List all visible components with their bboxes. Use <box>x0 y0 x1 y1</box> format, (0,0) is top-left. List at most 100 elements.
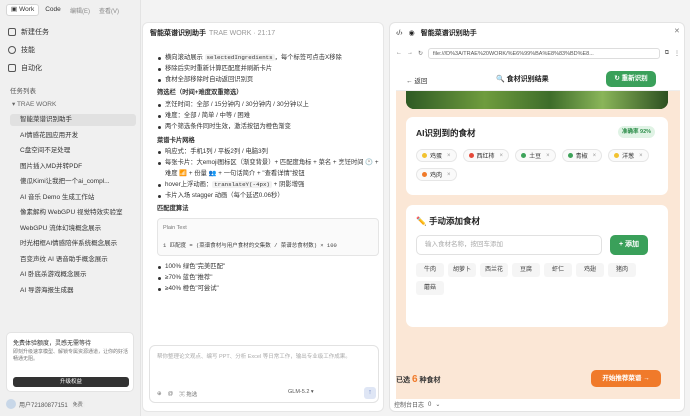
start-recommend-button[interactable]: 开始推荐菜谱 → <box>591 370 661 387</box>
console-toggle[interactable]: 控制台日志 0 ⌄ <box>394 400 441 410</box>
chat-input[interactable]: 帮你整理论文观点、编写 PPT、分析 Excel 等日常工作，输出专业级工作成果… <box>149 345 379 403</box>
task-item[interactable]: 傻瓜Kimi让我把一个ai_compl... <box>10 176 136 188</box>
task-item[interactable]: AI情感花园应用开发 <box>10 130 136 142</box>
ingredient-chip[interactable]: 洋葱 × <box>608 149 649 162</box>
back-button[interactable]: ← 返回 <box>406 75 427 85</box>
upgrade-button[interactable]: 升级权益 <box>13 377 129 387</box>
color-dot-icon <box>567 153 573 158</box>
task-item[interactable]: C盘空间不足处理 <box>10 145 136 157</box>
tab-work[interactable]: ▣ Work <box>6 4 40 16</box>
ingredient-name: 洋葱 <box>622 154 635 160</box>
task-item[interactable]: AI 导游海报生成器 <box>10 285 136 297</box>
input-toolbar: ⊕ @ ⌘ 拖选 <box>157 390 197 398</box>
chevron-down-icon: ⌄ <box>435 402 441 408</box>
task-item[interactable]: 时光相框AI情感陪伴系统概念展示 <box>10 238 136 250</box>
skills-button[interactable]: 技能 <box>8 45 35 55</box>
sidebar: ▣ Work Code 编辑(E) 查看(V) 新建任务 技能 自动化 任务列表 … <box>0 0 141 416</box>
task-item[interactable]: AI 音乐 Demo 生成工作站 <box>10 192 136 204</box>
app-viewport: ← 返回 🔍 食材识别结果 ↻ 重新识别 AI识别到的食材 准确率 92% 鸡蛋… <box>396 67 680 399</box>
new-task-icon <box>8 28 16 36</box>
close-icon[interactable]: ✕ <box>674 27 680 35</box>
menu-view[interactable]: 查看(V) <box>99 6 119 15</box>
task-item[interactable]: AI 卧底杀游戏概念展示 <box>10 269 136 281</box>
ingredient-chip[interactable]: 土豆 × <box>515 149 556 162</box>
remove-icon[interactable]: × <box>546 153 550 159</box>
list-item: 移除后实时重新计算匹配度并刷新卡片 <box>157 64 379 75</box>
more-icon[interactable]: ⋮ <box>674 50 680 57</box>
chat-message: 横向滚动展示 selectedIngredients ，每个标签可点击X移除 移除… <box>157 53 379 295</box>
skills-icon <box>8 46 16 54</box>
remove-icon[interactable]: × <box>447 153 451 159</box>
eye-icon[interactable]: ◉ <box>409 29 415 37</box>
back-icon[interactable]: ← <box>396 50 402 56</box>
automation-button[interactable]: 自动化 <box>8 63 42 73</box>
list-item: 两个筛选条件同时生效，激活按钮为橙色渐变 <box>157 122 379 133</box>
list-item: 100% 绿色"完美匹配" <box>157 262 379 273</box>
suggestion-chip[interactable]: 鸡翅 <box>576 263 604 277</box>
task-item[interactable]: 智能菜谱识别助手 <box>10 114 136 126</box>
remove-icon[interactable]: × <box>639 153 643 159</box>
suggestion-chip[interactable]: 胡萝卜 <box>448 263 476 277</box>
promo-desc: 即刻升级速享模型、解锁专属资源通道，让你的好活畅通无阻。 <box>13 349 129 362</box>
re-identify-button[interactable]: ↻ 重新识别 <box>606 71 656 87</box>
tab-code[interactable]: Code <box>41 4 65 16</box>
ingredient-name: 西红柿 <box>476 154 495 160</box>
open-external-icon[interactable]: ⧉ <box>665 50 669 57</box>
suggestion-chip[interactable]: 猪肉 <box>608 263 636 277</box>
suggestion-chip[interactable]: 牛肉 <box>416 263 444 277</box>
section-heading: 匹配度算法 <box>157 205 189 213</box>
send-button[interactable]: ↑ <box>364 387 376 399</box>
code-icon[interactable]: ‹/› <box>396 30 403 37</box>
list-item: hover上浮动画： translateY(-4px) + 阴影增强 <box>157 180 379 191</box>
model-selector[interactable]: GLM-5.2 ▾ <box>288 389 314 395</box>
promo-card: 免费体验额度，灵感无需等待 即刻升级速享模型、解锁专属资源通道，让你的好活畅通无… <box>6 332 134 392</box>
list-item: 每张卡片：大emoji图标区（渐变背景）+ 匹配度角标 + 菜名 + 烹饪时间 … <box>157 158 379 180</box>
suggestion-chip[interactable]: 豆腐 <box>512 263 540 277</box>
mention-icon[interactable]: @ <box>168 391 174 397</box>
add-button[interactable]: + 添加 <box>610 235 648 255</box>
suggestion-list: 牛肉 胡萝卜 西兰花 豆腐 虾仁 鸡翅 猪肉蘑菇 <box>416 263 656 295</box>
group-trae-work[interactable]: ▾ TRAE WORK <box>12 100 56 108</box>
list-item: 难度：全部 / 简单 / 中等 / 困难 <box>157 111 379 122</box>
url-input[interactable]: file:///D%3A/TRAE%20WORK/%E6%99%BA%E8%83… <box>428 47 660 59</box>
list-item: 响应式：手机1列 / 平板2列 / 电脑3列 <box>157 147 379 158</box>
task-item[interactable]: WebGPU 流体幻境概念展示 <box>10 223 136 235</box>
remove-icon[interactable]: × <box>447 172 451 178</box>
suggestion-chip[interactable]: 虾仁 <box>544 263 572 277</box>
ingredient-chip[interactable]: 鸡肉 × <box>416 168 457 181</box>
list-item: ≥70% 蓝色"推荐" <box>157 273 379 284</box>
app-navbar: ← 返回 🔍 食材识别结果 ↻ 重新识别 <box>396 67 680 91</box>
forward-icon[interactable]: → <box>407 50 413 56</box>
plan-badge: 免费 <box>70 400 85 408</box>
list-item: ≥40% 橙色"可尝试" <box>157 284 379 295</box>
arrow-up-icon: ↑ <box>368 389 372 396</box>
task-item[interactable]: 百变声纹 AI 语音助手概念展示 <box>10 254 136 266</box>
task-item[interactable]: 图片插入MD并转PDF <box>10 161 136 173</box>
task-list-title: 任务列表 <box>10 88 36 95</box>
attach-icon[interactable]: ⊕ <box>157 391 162 397</box>
suggestion-chip[interactable]: 蘑菇 <box>416 281 444 295</box>
chat-panel: 智能菜谱识别助手 TRAE WORK · 21:17 横向滚动展示 selecte… <box>142 22 384 412</box>
remove-icon[interactable]: × <box>500 153 504 159</box>
suggestion-chip[interactable]: 西兰花 <box>480 263 508 277</box>
accuracy-badge: 准确率 92% <box>618 126 656 138</box>
ingredient-name: 鸡肉 <box>430 173 443 179</box>
ingredient-input[interactable]: 输入食材名称，按回车添加 <box>416 235 602 255</box>
ingredient-chip[interactable]: 青椒 × <box>561 149 603 162</box>
task-item[interactable]: 像素解构 WebGPU 视觉特效实验室 <box>10 207 136 219</box>
color-dot-icon <box>614 153 620 158</box>
menu-edit[interactable]: 编辑(E) <box>70 6 90 15</box>
remove-icon[interactable]: × <box>593 153 597 159</box>
list-item: 卡片入场 stagger 动画（每个延迟0.06秒） <box>157 191 379 202</box>
ingredient-chip[interactable]: 西红柿 × <box>462 149 510 162</box>
reload-icon[interactable]: ↻ <box>418 50 423 57</box>
color-dot-icon <box>468 153 474 158</box>
promo-title: 免费体验额度，灵感无需等待 <box>13 341 92 347</box>
code-line: 1 匹配度 = (菜谱食材与用户食材的交集数 / 菜谱总食材数) × 100 <box>163 242 337 250</box>
ingredient-chip[interactable]: 鸡蛋 × <box>416 149 457 162</box>
new-task-button[interactable]: 新建任务 <box>8 27 49 37</box>
select-tool[interactable]: ⌘ 拖选 <box>179 390 197 398</box>
user-profile[interactable]: 用户72180877151 免费 <box>6 399 85 409</box>
list-item: 烹饪时间：全部 / 15分钟内 / 30分钟内 / 30分钟以上 <box>157 100 379 111</box>
manual-add-card: ✏️ 手动添加食材 输入食材名称，按回车添加 + 添加 牛肉 胡萝卜 西兰花 豆腐 虾仁… <box>406 205 668 327</box>
